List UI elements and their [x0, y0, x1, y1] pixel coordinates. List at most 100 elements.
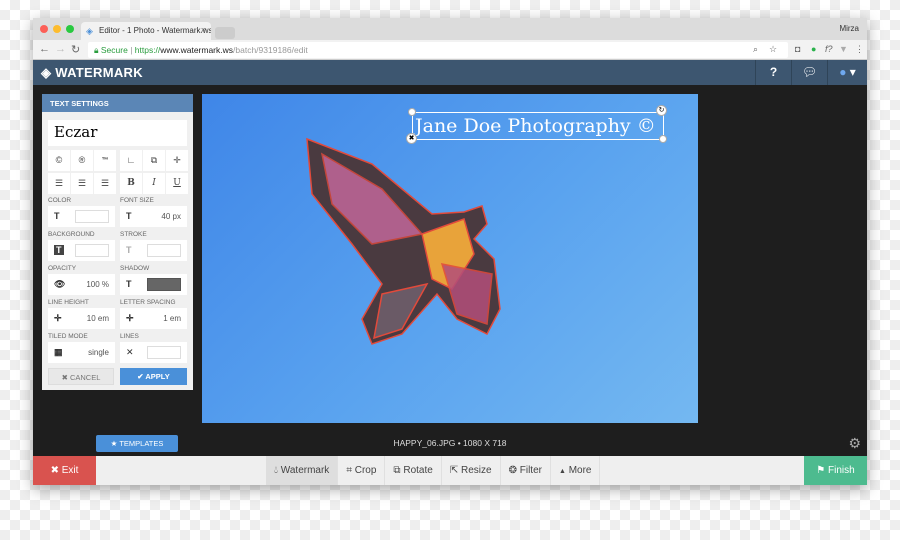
background-swatch[interactable] [75, 244, 109, 257]
shadow-swatch[interactable] [147, 278, 181, 291]
text-color-icon: T [54, 211, 60, 221]
forward-icon[interactable]: → [55, 43, 66, 55]
help-icon[interactable]: ? [755, 60, 791, 85]
browser-window: ◈ Editor - 1 Photo - Watermark.ws × Mirza … [33, 18, 867, 485]
panel-title: TEXT SETTINGS [42, 94, 193, 112]
letter-spacing-label: LETTER SPACING [120, 299, 176, 306]
copy-layer-icon[interactable]: ⧉ [143, 150, 165, 171]
move-center-icon[interactable]: ✛ [166, 150, 188, 171]
tool-label: Filter [519, 465, 542, 476]
color-swatch[interactable] [75, 210, 109, 223]
new-tab-button[interactable] [215, 27, 235, 39]
filter-icon: ❂ [508, 465, 517, 476]
eye-icon: 👁︎ [54, 279, 66, 289]
stroke-field[interactable]: T [120, 240, 187, 261]
tab-title: Editor - 1 Photo - Watermark.ws [99, 26, 211, 35]
tool-watermark[interactable]: 💧︎ Watermark [266, 456, 339, 485]
lines-label: LINES [120, 333, 139, 340]
kite-bird-photo [306, 137, 501, 345]
align-center-icon[interactable]: ☰ [71, 173, 93, 194]
italic-button[interactable]: I [143, 173, 165, 194]
exit-button[interactable]: ✖ Exit [33, 456, 96, 485]
menu-icon[interactable]: ⋮ [855, 44, 864, 55]
apply-button[interactable]: ✔ APPLY [120, 368, 187, 385]
url-path: /batch/9319186/edit [233, 45, 308, 55]
stroke-swatch[interactable] [147, 244, 181, 257]
logo[interactable]: ◈ WATERMARK [41, 65, 143, 81]
tool-more[interactable]: ▲ More [551, 456, 601, 485]
close-tab-icon[interactable]: × [201, 25, 206, 35]
tool-filter[interactable]: ❂ Filter [501, 456, 551, 485]
finish-button[interactable]: ⚑ Finish [804, 456, 867, 485]
tool-resize[interactable]: ⇱ Resize [442, 456, 501, 485]
url-input[interactable]: 🔒︎ Secure | https://www.watermark.ws/bat… [88, 42, 788, 58]
opacity-value: 100 % [86, 280, 109, 289]
font-size-label: FONT SIZE [120, 197, 154, 204]
tool-label: Crop [354, 465, 377, 476]
opacity-field[interactable]: 👁︎ 100 % [48, 274, 115, 295]
templates-label: TEMPLATES [119, 439, 164, 448]
secure-label: Secure [100, 45, 128, 55]
lines-field[interactable]: ✕ [120, 342, 187, 363]
copyright-button[interactable]: © [48, 150, 70, 171]
color-field[interactable]: T [48, 206, 115, 227]
registered-button[interactable]: ® [71, 150, 93, 171]
bold-button[interactable]: B [120, 173, 142, 194]
minimize-window-button[interactable] [53, 25, 61, 33]
stroke-label: STROKE [120, 231, 147, 238]
trademark-button[interactable]: ™ [94, 150, 116, 171]
resize-handle[interactable] [659, 135, 667, 143]
extension-green-icon[interactable]: ● [811, 44, 816, 54]
stroke-icon: T [126, 245, 132, 255]
browser-user[interactable]: Mirza [839, 24, 859, 33]
bookmark-star-icon[interactable]: ☆ [769, 44, 777, 55]
shadow-field[interactable]: T [120, 274, 187, 295]
lines-swatch[interactable] [147, 346, 181, 359]
tool-label: More [568, 465, 592, 476]
lock-icon: 🔒︎ [94, 45, 101, 55]
rotate-watermark-icon[interactable]: ↻ [656, 105, 667, 116]
letter-spacing-icon: ✛ [126, 313, 134, 323]
background-icon: T [54, 245, 64, 255]
zoom-icon[interactable]: ⌕ [753, 44, 758, 55]
angle-icon[interactable]: ∟ [120, 150, 142, 171]
apply-label: APPLY [145, 372, 170, 381]
flag-icon: ⚑ [816, 465, 826, 476]
font-extension-icon[interactable]: f? [825, 44, 833, 54]
delete-watermark-icon[interactable]: ✖ [406, 133, 417, 144]
watermark-text-box[interactable]: Jane Doe Photography © [412, 112, 664, 140]
font-select[interactable]: Eczar [48, 120, 187, 146]
font-size-field[interactable]: T 40 px [120, 206, 187, 227]
templates-button[interactable]: ★ TEMPLATES [96, 435, 178, 452]
resize-handle[interactable] [408, 108, 416, 116]
reload-icon[interactable]: ↻ [71, 43, 80, 56]
gear-icon[interactable]: ⚙ [848, 435, 861, 452]
image-canvas[interactable]: Jane Doe Photography © ✖ ↻ [202, 94, 698, 423]
tiled-mode-value: single [88, 348, 109, 357]
close-window-button[interactable] [40, 25, 48, 33]
line-height-icon: ✛ [54, 313, 62, 323]
extension-icon[interactable]: ▼ [839, 44, 848, 54]
line-height-label: LINE HEIGHT [48, 299, 89, 306]
address-bar-row: ← → ↻ 🔒︎ Secure | https://www.watermark.… [33, 40, 867, 60]
tiled-mode-field[interactable]: ▦ single [48, 342, 115, 363]
color-label: COLOR [48, 197, 72, 204]
background-field[interactable]: T [48, 240, 115, 261]
browser-tab[interactable]: ◈ Editor - 1 Photo - Watermark.ws × [81, 22, 211, 40]
user-avatar-icon[interactable]: ● ▾ [827, 60, 867, 85]
align-right-icon[interactable]: ☰ [94, 173, 116, 194]
maximize-window-button[interactable] [66, 25, 74, 33]
tool-crop[interactable]: ⌗ Crop [338, 456, 386, 485]
tool-rotate[interactable]: ⧉ Rotate [385, 456, 442, 485]
cancel-button[interactable]: ✖ CANCEL [48, 368, 114, 385]
finish-label: Finish [828, 465, 855, 476]
shadow-label: SHADOW [120, 265, 150, 272]
underline-button[interactable]: U [166, 173, 188, 194]
align-left-icon[interactable]: ☰ [48, 173, 70, 194]
caret-up-icon: ▲ [558, 468, 566, 475]
back-icon[interactable]: ← [39, 43, 50, 55]
letter-spacing-field[interactable]: ✛ 1 em [120, 308, 187, 329]
pocket-icon[interactable]: ◘ [795, 44, 800, 54]
line-height-field[interactable]: ✛ 10 em [48, 308, 115, 329]
chat-icon[interactable]: 💬︎ [791, 60, 827, 85]
